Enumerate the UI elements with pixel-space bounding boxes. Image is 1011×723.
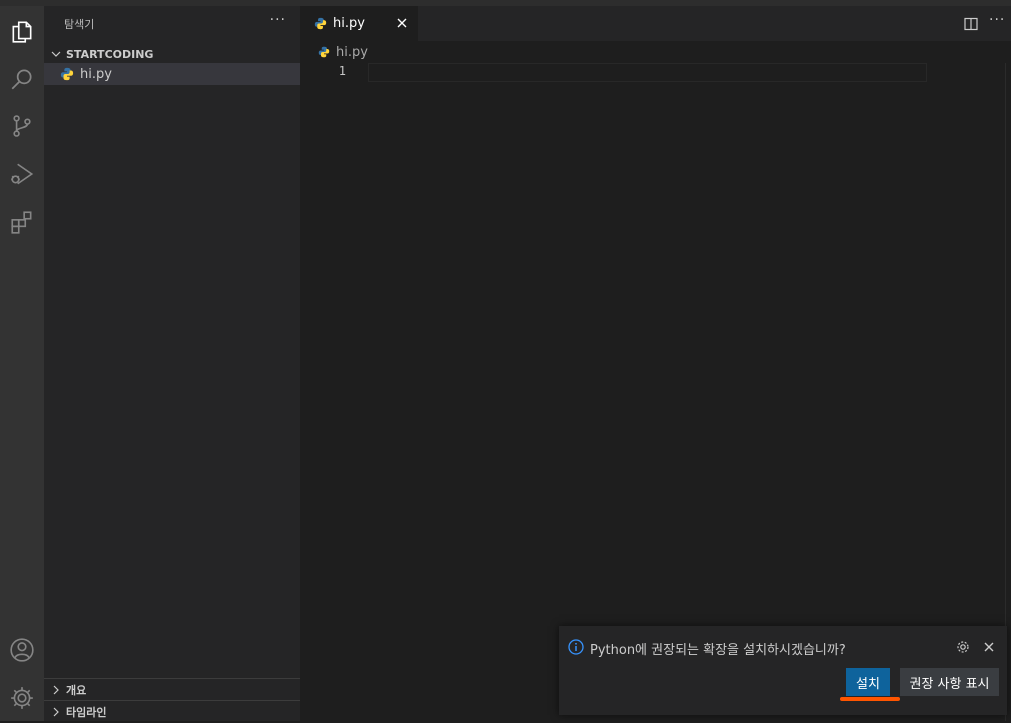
activity-bar <box>0 6 44 721</box>
breadcrumb[interactable]: hi.py <box>318 44 368 60</box>
show-recommendations-button[interactable]: 권장 사항 표시 <box>900 668 999 696</box>
file-name: hi.py <box>80 66 112 82</box>
install-button[interactable]: 설치 <box>846 668 890 696</box>
file-item-hi-py[interactable]: hi.py <box>44 63 300 85</box>
close-notification-icon[interactable] <box>981 639 997 655</box>
breadcrumb-file: hi.py <box>336 44 368 60</box>
outline-label: 개요 <box>66 684 87 697</box>
explorer-sidebar: 탐색기 ··· STARTCODING hi.py 개요 타임라인 <box>44 6 300 721</box>
sidebar-more-actions-icon[interactable]: ··· <box>270 12 286 28</box>
chevron-right-icon <box>46 707 66 717</box>
split-editor-icon[interactable] <box>963 16 979 32</box>
run-debug-icon[interactable] <box>6 158 38 190</box>
outline-section[interactable]: 개요 <box>44 678 300 701</box>
search-icon[interactable] <box>6 63 38 95</box>
explorer-icon[interactable] <box>6 16 38 48</box>
python-icon <box>314 17 327 30</box>
timeline-label: 타임라인 <box>66 706 107 719</box>
notification-message: Python에 권장되는 확장을 설치하시겠습니까? <box>590 643 846 658</box>
folder-name: STARTCODING <box>66 47 154 61</box>
folder-header[interactable]: STARTCODING <box>44 44 300 64</box>
highlight-underline <box>840 697 900 701</box>
editor-scrollbar[interactable] <box>1005 63 1006 721</box>
code-editor-line[interactable] <box>368 63 927 82</box>
chevron-down-icon <box>46 49 66 59</box>
sidebar-title: 탐색기 <box>64 18 95 31</box>
account-icon[interactable] <box>6 634 38 666</box>
tab-label: hi.py <box>333 16 365 31</box>
notification-settings-gear-icon[interactable] <box>955 639 971 655</box>
python-icon <box>318 46 330 58</box>
editor-tab-bar: hi.py ··· <box>300 6 1011 41</box>
editor-more-actions-icon[interactable]: ··· <box>989 12 1005 28</box>
manage-gear-icon[interactable] <box>6 682 38 714</box>
line-number: 1 <box>338 64 346 78</box>
extensions-icon[interactable] <box>6 206 38 238</box>
close-tab-icon[interactable] <box>394 15 410 31</box>
info-icon <box>568 639 584 655</box>
notification-toast: Python에 권장되는 확장을 설치하시겠습니까? 설치 권장 사항 표시 <box>559 626 1007 715</box>
chevron-right-icon <box>46 685 66 695</box>
source-control-icon[interactable] <box>6 110 38 142</box>
python-icon <box>60 67 74 81</box>
timeline-section[interactable]: 타임라인 <box>44 700 300 723</box>
tab-hi-py[interactable]: hi.py <box>300 6 418 41</box>
